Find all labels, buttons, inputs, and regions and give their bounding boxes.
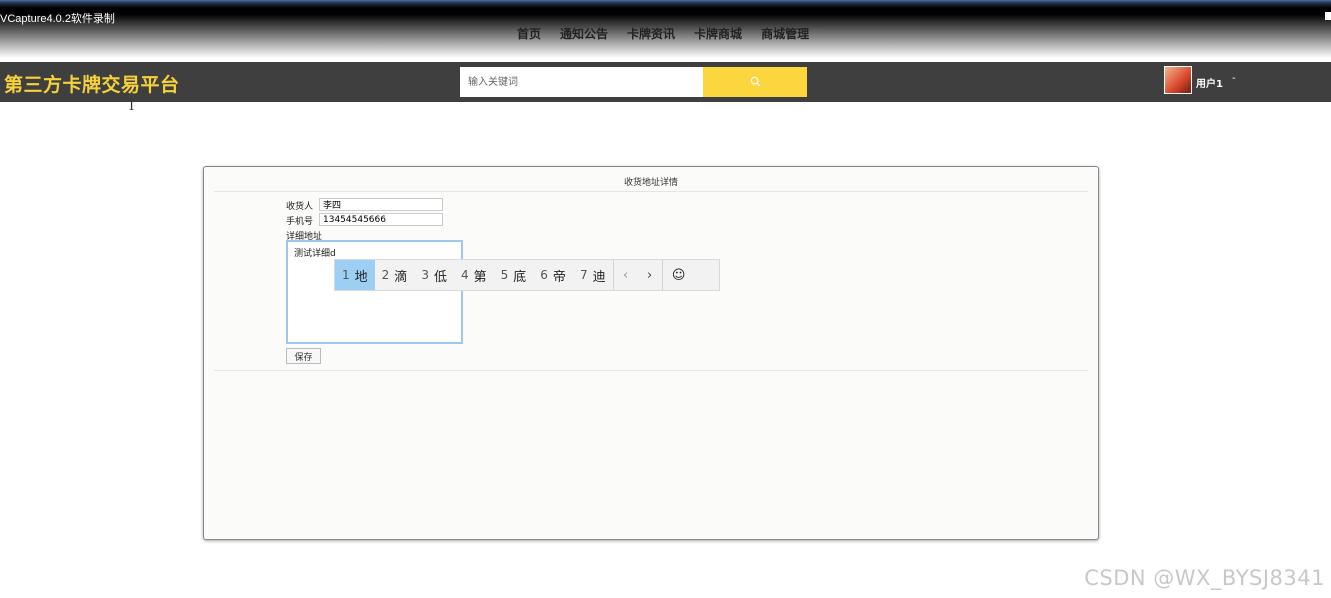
nav-item-shop-manage[interactable]: 商城管理 ﹀ [761,25,823,42]
ime-candidate[interactable]: 2滴 [375,260,415,290]
emoji-icon[interactable]: ☺ [663,268,695,283]
recorder-label: VCapture4.0.2软件录制 [0,13,115,25]
header-bar: 第三方卡牌交易平台 用户1 - [0,62,1331,102]
window-edge-mark [1325,12,1331,20]
phone-field[interactable] [319,213,443,226]
nav-item-home[interactable]: 首页 [517,25,541,42]
ime-candidate[interactable]: 4第 [454,260,494,290]
nav-item-shop-manage-label: 商城管理 [761,27,810,41]
panel-title: 收货地址详情 [623,178,678,188]
nav-item-card-news[interactable]: 卡牌资讯 [627,25,675,42]
phone-label: 手机号 [286,217,314,227]
ime-candidate-bar: 1地 2滴 3低 4第 5底 6帝 7迪 ‹ › ☺ [334,259,720,291]
ime-candidate[interactable]: 5底 [494,260,534,290]
text-cursor-icon: I [129,99,135,114]
receiver-field[interactable] [319,198,443,211]
divider [214,191,1088,192]
top-navigation: VCapture4.0.2软件录制 首页 通知公告 卡牌资讯 卡牌商城 商城管理… [0,0,1331,62]
user-menu-caret[interactable]: - [1232,73,1236,84]
chevron-left-icon[interactable]: ‹ [614,268,638,283]
watermark: CSDN @WX_BYSJ8341 [1084,566,1325,590]
address-detail-panel: 收货地址详情 收货人 手机号 详细地址 测试详细d 保存 [203,166,1099,540]
site-brand[interactable]: 第三方卡牌交易平台 [4,70,180,97]
main-menu: 首页 通知公告 卡牌资讯 卡牌商城 商城管理 ﹀ [517,25,842,42]
ime-candidate[interactable]: 1地 [335,260,375,290]
nav-item-card-shop[interactable]: 卡牌商城 [694,25,742,42]
receiver-label: 收货人 [286,202,314,212]
address-textarea[interactable]: 测试详细d [286,240,463,344]
search-icon [750,76,761,87]
ime-candidate[interactable]: 6帝 [533,260,573,290]
save-button[interactable]: 保存 [286,348,321,364]
chevron-down-icon: ﹀ [813,30,824,41]
chevron-right-icon[interactable]: › [638,268,662,283]
ime-candidate[interactable]: 3低 [414,260,454,290]
avatar[interactable] [1164,66,1192,94]
user-name[interactable]: 用户1 [1196,75,1223,90]
search-input[interactable] [460,67,703,97]
ime-candidate[interactable]: 7迪 [573,260,613,290]
search-button[interactable] [703,67,807,97]
nav-item-notices[interactable]: 通知公告 [560,25,608,42]
divider [214,370,1088,371]
